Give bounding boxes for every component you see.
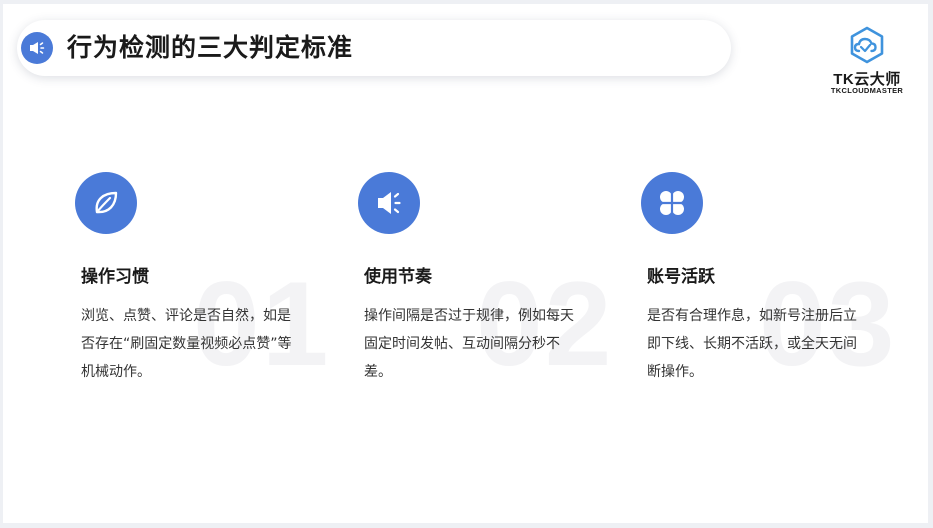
criterion-card-rhythm: 02 使用节奏 操作间隔是否过于规律，例如每天固定时间发帖、互动间隔分秒不差。 <box>358 172 611 412</box>
criterion-description: 是否有合理作息，如新号注册后立即下线、长期不活跃，或全天无间断操作。 <box>647 308 857 380</box>
grid-icon <box>641 172 703 234</box>
brand-logo: TK云大师 TKCLOUDMASTER <box>825 26 909 96</box>
criterion-description: 浏览、点赞、评论是否自然，如是否存在“刷固定数量视频必点赞”等机械动作。 <box>81 308 292 380</box>
criterion-title: 账号活跃 <box>647 267 715 287</box>
logo-subtitle: TKCLOUDMASTER <box>830 86 904 95</box>
criterion-title: 使用节奏 <box>364 267 432 287</box>
criterion-card-activity: 03 账号活跃 是否有合理作息，如新号注册后立即下线、长期不活跃，或全天无间断操… <box>641 172 894 412</box>
megaphone-icon <box>358 172 420 234</box>
leaf-icon <box>75 172 137 234</box>
megaphone-icon <box>21 32 53 64</box>
page-title: 行为检测的三大判定标准 <box>67 33 354 62</box>
criterion-description: 操作间隔是否过于规律，例如每天固定时间发帖、互动间隔分秒不差。 <box>364 308 574 380</box>
cloud-hexagon-icon <box>850 26 884 64</box>
criterion-card-habits: 01 操作习惯 浏览、点赞、评论是否自然，如是否存在“刷固定数量视频必点赞”等机… <box>75 172 328 412</box>
slide: 行为检测的三大判定标准 TK云大师 TKCLOUDMASTER 01 操作习惯 … <box>3 4 928 523</box>
criterion-title: 操作习惯 <box>81 267 149 287</box>
